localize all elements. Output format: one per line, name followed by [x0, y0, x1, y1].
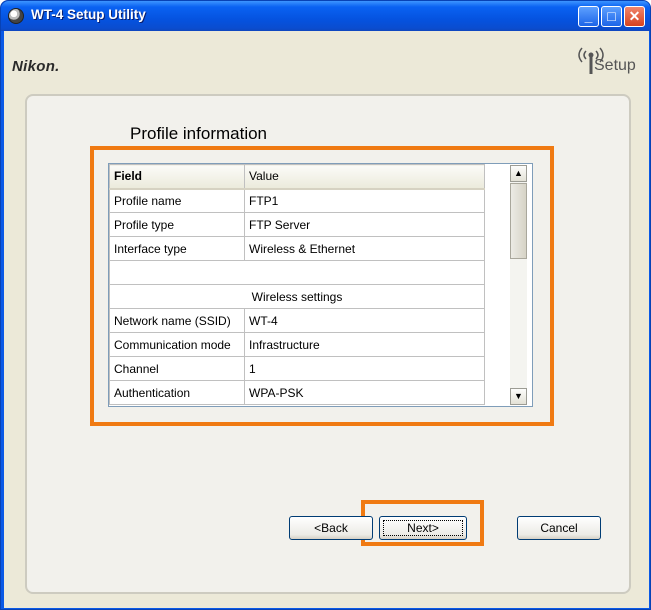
- scroll-up-icon[interactable]: ▲: [510, 165, 527, 182]
- table-row[interactable]: Communication mode Infrastructure: [109, 332, 485, 357]
- cell-field: Interface type: [109, 236, 245, 261]
- app-window: WT-4 Setup Utility _ □ ✕ Nikon. Setup Pr…: [0, 0, 651, 610]
- next-button[interactable]: Next>: [379, 516, 467, 540]
- page-title: Profile information: [130, 124, 268, 143]
- close-icon[interactable]: ✕: [624, 6, 645, 27]
- cell-value: WPA-PSK: [244, 380, 485, 405]
- cell-field: Profile type: [109, 212, 245, 237]
- app-icon: [8, 8, 24, 24]
- cell-value: 1: [244, 356, 485, 381]
- table-section-row: Wireless settings: [109, 284, 485, 309]
- title-bar[interactable]: WT-4 Setup Utility _ □ ✕: [1, 1, 650, 31]
- cell-value: FTP Server: [244, 212, 485, 237]
- table-row[interactable]: Network name (SSID) WT-4: [109, 308, 485, 333]
- setup-logo-text: Setup: [594, 57, 636, 74]
- maximize-icon[interactable]: □: [601, 6, 622, 27]
- table-row[interactable]: Authentication WPA-PSK: [109, 380, 485, 405]
- table-row[interactable]: Interface type Wireless & Ethernet: [109, 236, 485, 261]
- focus-ring: [383, 520, 463, 536]
- cell-field: Authentication: [109, 380, 245, 405]
- back-button[interactable]: <Back: [289, 516, 373, 540]
- table-row[interactable]: Profile name FTP1: [109, 188, 485, 213]
- scroll-down-icon[interactable]: ▼: [510, 388, 527, 405]
- cell-field: Profile name: [109, 188, 245, 213]
- cell-value: FTP1: [244, 188, 485, 213]
- table-row[interactable]: Channel 1: [109, 356, 485, 381]
- scroll-thumb[interactable]: [510, 183, 527, 259]
- cell-value: WT-4: [244, 308, 485, 333]
- cell-value: Wireless & Ethernet: [244, 236, 485, 261]
- column-header-value[interactable]: Value: [244, 164, 485, 190]
- table-row[interactable]: Profile type FTP Server: [109, 212, 485, 237]
- cancel-button[interactable]: Cancel: [517, 516, 601, 540]
- cell-field: Network name (SSID): [109, 308, 245, 333]
- table-row[interactable]: [109, 260, 485, 285]
- window-title: WT-4 Setup Utility: [31, 7, 146, 22]
- nikon-logo: Nikon.: [12, 58, 60, 75]
- profile-table[interactable]: Field Value Profile name FTP1 Profile ty…: [108, 163, 533, 407]
- cell-value: Infrastructure: [244, 332, 485, 357]
- minimize-icon[interactable]: _: [578, 6, 599, 27]
- header-band: Nikon. Setup: [4, 31, 649, 81]
- client-area: Nikon. Setup Profile information Field V…: [4, 31, 649, 608]
- vertical-scrollbar[interactable]: ▲ ▼: [510, 165, 527, 405]
- cell-field: Channel: [109, 356, 245, 381]
- wireless-setup-icon: Setup: [572, 43, 644, 77]
- cell-field: Communication mode: [109, 332, 245, 357]
- table-header-row: Field Value: [109, 164, 485, 190]
- cell-empty: [109, 260, 485, 285]
- section-label: Wireless settings: [109, 284, 485, 309]
- column-header-field[interactable]: Field: [109, 164, 245, 190]
